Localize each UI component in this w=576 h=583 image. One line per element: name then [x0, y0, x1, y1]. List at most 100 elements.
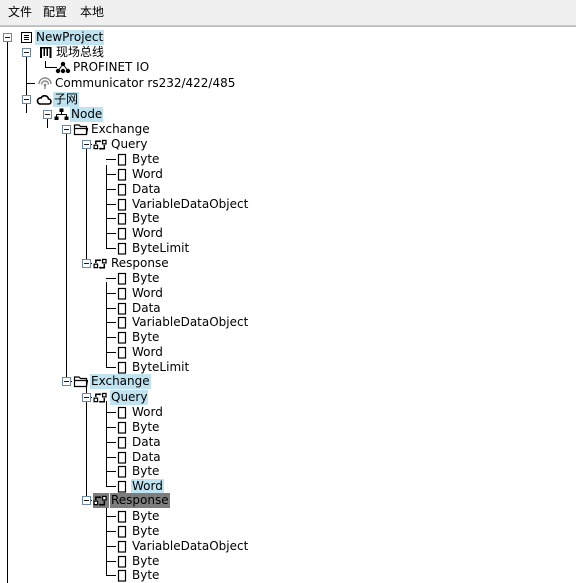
menu-config[interactable]: 配置	[41, 5, 69, 20]
tree-node-label: Word	[131, 479, 164, 494]
tree-connector-line	[47, 119, 48, 128]
tree-node-label: Exchange	[90, 374, 151, 389]
tree-node-label: Word	[132, 286, 163, 300]
tree-connector-line	[26, 104, 27, 113]
field-icon	[114, 167, 130, 182]
tree-node-label: VariableDataObject	[132, 197, 249, 211]
field-icon	[114, 211, 130, 226]
collapse-toggle-newproject[interactable]	[3, 33, 12, 42]
tree-node-label: Node	[70, 107, 104, 122]
field-icon	[114, 420, 130, 435]
tree-node-label: Communicator rs232/422/485	[55, 76, 236, 90]
tree-node-label: Word	[132, 345, 163, 359]
tree-node-label: Word	[132, 167, 163, 181]
tree-node-label: ByteLimit	[132, 241, 190, 255]
tree-node-label: Byte	[132, 464, 160, 478]
field-icon	[114, 435, 130, 450]
collapse-toggle-exchange-1[interactable]	[62, 125, 71, 134]
tree-connector-line	[66, 134, 67, 381]
tree-node-label: 现场总线	[56, 45, 105, 59]
collapse-toggle-query-2[interactable]	[82, 393, 91, 402]
tree-node-label: Byte	[132, 509, 160, 523]
tree-connector-line	[86, 385, 87, 500]
tree-node-label: PROFINET IO	[73, 60, 150, 74]
field-icon	[114, 330, 130, 345]
folder-icon	[73, 122, 89, 137]
field-icon	[114, 405, 130, 420]
exchange-icon	[93, 493, 109, 508]
collapse-toggle-response-1[interactable]	[82, 259, 91, 268]
menu-local[interactable]: 本地	[78, 5, 106, 20]
field-icon	[114, 539, 130, 554]
field-icon	[114, 554, 130, 569]
field-icon	[114, 286, 130, 301]
collapse-toggle-node[interactable]	[43, 110, 52, 119]
tree-connector-line	[26, 51, 27, 98]
network-node-icon	[55, 60, 71, 75]
project-tree[interactable]: NewProject 现场总线 PROFINET IO Communicator rs…	[0, 26, 576, 583]
cloud-icon	[36, 92, 52, 107]
project-icon	[18, 30, 34, 45]
field-icon	[114, 301, 130, 316]
tree-node-label: Data	[132, 450, 161, 464]
tree-node-label: Word	[132, 405, 163, 419]
menu-file[interactable]: 文件	[6, 5, 34, 20]
field-icon	[114, 197, 130, 212]
tree-node-label: VariableDataObject	[132, 539, 249, 553]
tree-node-label: Response	[111, 256, 169, 270]
tree-node-label: NewProject	[35, 30, 105, 45]
tree-connector-line	[106, 401, 107, 486]
tree-node-label: 子网	[53, 92, 80, 107]
tree-node-label: Byte	[132, 330, 160, 344]
tree-node-label: Word	[132, 226, 163, 240]
collapse-toggle-subnet[interactable]	[22, 95, 31, 104]
tree-node-label: Byte	[132, 554, 160, 568]
tree-connector-line	[86, 149, 87, 263]
tree-connector-line	[7, 39, 8, 583]
menu-bar: 文件 配置 本地	[0, 0, 576, 26]
tree-node-label: Query	[110, 390, 149, 405]
field-icon	[114, 182, 130, 197]
tree-node-label: Byte	[132, 211, 160, 225]
tree-connector-line	[106, 282, 107, 367]
field-icon	[114, 464, 130, 479]
collapse-toggle-query-1[interactable]	[82, 140, 91, 149]
exchange-icon	[93, 137, 109, 152]
field-icon	[114, 568, 130, 583]
field-icon	[114, 241, 130, 256]
collapse-toggle-response-2[interactable]	[82, 496, 91, 505]
field-icon	[114, 271, 130, 286]
tree-node-label: ByteLimit	[132, 360, 190, 374]
exchange-icon	[93, 390, 109, 405]
field-icon	[114, 315, 130, 330]
tree-node-label: Byte	[132, 271, 160, 285]
field-icon	[114, 450, 130, 465]
collapse-toggle-exchange-2[interactable]	[62, 377, 71, 386]
tree-node-label: Byte	[132, 152, 160, 166]
field-icon	[114, 479, 130, 494]
collapse-toggle-fieldbus[interactable]	[22, 48, 31, 57]
tree-node-label: Data	[132, 435, 161, 449]
tree-connector-line	[26, 83, 35, 84]
tree-node-label: Data	[132, 301, 161, 315]
tree-node-label: Query	[111, 137, 148, 151]
exchange-icon	[93, 256, 109, 271]
tree-node-label: Response	[110, 493, 170, 508]
tree-node-label: Byte	[132, 420, 160, 434]
tree-node-label: Data	[132, 182, 161, 196]
tree-node-label: VariableDataObject	[132, 315, 249, 329]
tree-node-label: Byte	[132, 524, 160, 538]
field-icon	[114, 509, 130, 524]
hierarchy-icon	[53, 107, 69, 122]
communicator-icon	[37, 76, 53, 91]
tree-node-label: Exchange	[91, 122, 150, 136]
field-icon	[114, 345, 130, 360]
field-icon	[114, 360, 130, 375]
folder-icon	[73, 374, 89, 389]
tree-node-label: Byte	[132, 568, 160, 582]
field-icon	[114, 152, 130, 167]
fieldbus-icon	[38, 45, 54, 60]
field-icon	[114, 226, 130, 241]
tree-connector-line	[106, 165, 107, 248]
field-icon	[114, 524, 130, 539]
